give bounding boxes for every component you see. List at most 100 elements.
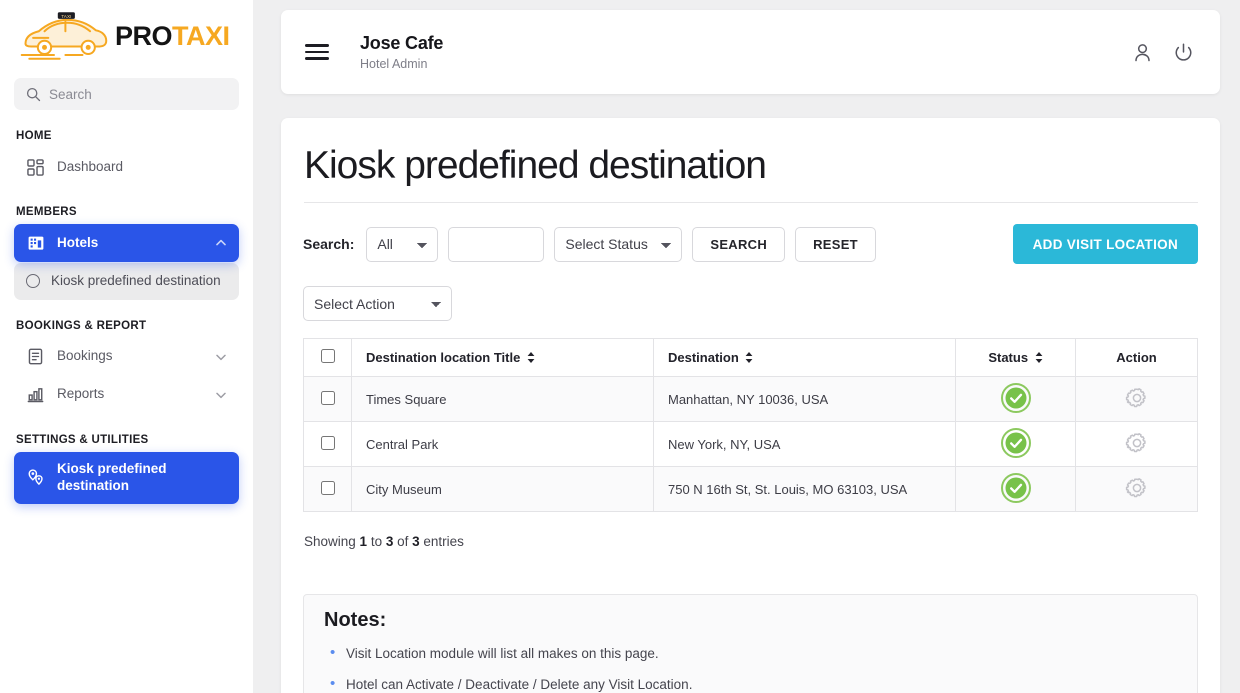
account-role: Hotel Admin bbox=[360, 57, 428, 71]
sidebar: TAXI PROTAXI HOME Dashb bbox=[0, 0, 253, 693]
row-checkbox[interactable] bbox=[320, 480, 335, 495]
table-row: City Museum 750 N 16th St, St. Louis, MO… bbox=[303, 466, 1198, 512]
gear-icon[interactable] bbox=[1124, 475, 1150, 501]
sidebar-item-label: Hotels bbox=[57, 234, 99, 250]
gear-icon[interactable] bbox=[1124, 430, 1150, 456]
showing-mid: to bbox=[367, 534, 386, 549]
chevron-down-icon bbox=[216, 354, 226, 361]
notes-title: Notes: bbox=[324, 609, 387, 631]
nav-section-home: HOME bbox=[16, 130, 52, 142]
list-item: Visit Location module will list all make… bbox=[324, 644, 1177, 661]
chevron-up-icon bbox=[216, 239, 226, 246]
nav-section-settings-utilities: SETTINGS & UTILITIES bbox=[16, 433, 149, 446]
dashboard-icon bbox=[26, 158, 45, 177]
select-all-header bbox=[303, 338, 352, 377]
chevron-down-icon bbox=[216, 392, 226, 399]
column-header-status-label: Status bbox=[988, 350, 1029, 365]
column-header-title-label: Destination location Title bbox=[366, 350, 521, 365]
row-action bbox=[1075, 466, 1198, 512]
sidebar-item-reports[interactable]: Reports bbox=[14, 376, 239, 414]
brand-pro: PRO bbox=[115, 20, 173, 51]
sidebar-item-hotels[interactable]: Hotels bbox=[14, 224, 239, 262]
brand-taxi: TAXI bbox=[172, 20, 230, 51]
column-header-destination-label: Destination bbox=[668, 350, 739, 365]
table-row: Central Park New York, NY, USA bbox=[303, 421, 1198, 467]
column-header-destination[interactable]: Destination bbox=[653, 338, 956, 377]
row-action bbox=[1075, 421, 1198, 467]
column-header-status[interactable]: Status bbox=[955, 338, 1076, 377]
status-filter-select[interactable]: Select Status bbox=[554, 226, 683, 262]
showing-suffix: entries bbox=[419, 534, 464, 549]
sidebar-item-label: Reports bbox=[57, 386, 105, 402]
account-name: Jose Cafe bbox=[360, 33, 444, 53]
row-destination: New York, NY, USA bbox=[653, 421, 956, 467]
showing-prefix: Showing bbox=[304, 534, 360, 549]
content-card: Kiosk predefined destination Search: All… bbox=[281, 118, 1220, 693]
radio-circle-icon bbox=[26, 274, 40, 289]
taxi-car-icon: TAXI bbox=[20, 12, 108, 60]
column-header-action: Action bbox=[1075, 338, 1198, 377]
row-checkbox[interactable] bbox=[320, 390, 335, 405]
page-title: Kiosk predefined destination bbox=[304, 144, 1198, 203]
row-status bbox=[955, 376, 1076, 422]
search-scope-select[interactable]: All bbox=[366, 226, 439, 262]
bookings-document-icon bbox=[26, 347, 45, 366]
column-header-action-label: Action bbox=[1116, 350, 1157, 365]
search-text-input[interactable] bbox=[448, 226, 545, 262]
topbar-actions bbox=[1132, 42, 1194, 63]
nav-section-members: MEMBERS bbox=[16, 206, 77, 218]
menu-toggle-icon[interactable] bbox=[305, 44, 329, 60]
row-status bbox=[955, 466, 1076, 512]
table-body: Times Square Manhattan, NY 10036, USA Ce… bbox=[303, 376, 1198, 512]
search-button[interactable]: SEARCH bbox=[692, 226, 786, 262]
table-row: Times Square Manhattan, NY 10036, USA bbox=[303, 376, 1198, 422]
sidebar-subitem-kiosk-predefined-destination[interactable]: Kiosk predefined destination bbox=[14, 263, 239, 300]
svg-text:TAXI: TAXI bbox=[61, 14, 71, 20]
row-destination: Manhattan, NY 10036, USA bbox=[653, 376, 956, 422]
sidebar-item-bookings[interactable]: Bookings bbox=[14, 338, 239, 376]
hotel-building-icon bbox=[26, 234, 45, 253]
search-toolbar: Search: All Select Status SEARCH RESET A… bbox=[303, 224, 1198, 264]
status-active-icon[interactable] bbox=[1000, 427, 1032, 459]
row-title: Times Square bbox=[351, 376, 654, 422]
account-titles: Jose Cafe Hotel Admin bbox=[360, 33, 443, 71]
showing-total: 3 bbox=[412, 534, 420, 549]
row-select-cell bbox=[303, 376, 352, 422]
destinations-table: Destination location Title Destination S… bbox=[303, 338, 1198, 512]
sort-icon bbox=[1035, 352, 1043, 363]
bulk-action-row: Select Action bbox=[303, 286, 1198, 321]
sidebar-item-dashboard[interactable]: Dashboard bbox=[14, 148, 239, 186]
sidebar-item-kiosk-predefined-destination[interactable]: Kiosk predefined destination bbox=[14, 451, 239, 504]
column-header-title[interactable]: Destination location Title bbox=[351, 338, 654, 377]
user-profile-icon[interactable] bbox=[1132, 42, 1153, 63]
reset-button[interactable]: RESET bbox=[795, 226, 876, 262]
map-pins-icon bbox=[26, 468, 45, 487]
entries-summary: Showing 1 to 3 of 3 entries bbox=[304, 534, 1198, 549]
sidebar-search[interactable] bbox=[14, 78, 239, 110]
row-destination: 750 N 16th St, St. Louis, MO 63103, USA bbox=[653, 466, 956, 512]
bulk-action-select[interactable]: Select Action bbox=[303, 286, 452, 321]
select-all-checkbox[interactable] bbox=[320, 349, 335, 363]
sort-icon bbox=[746, 352, 753, 363]
power-logout-icon[interactable] bbox=[1173, 42, 1194, 63]
sidebar-item-label: Kiosk predefined destination bbox=[57, 461, 167, 493]
notes-panel: Notes: Visit Location module will list a… bbox=[303, 594, 1198, 693]
gear-icon[interactable] bbox=[1124, 385, 1150, 411]
status-active-icon[interactable] bbox=[1000, 472, 1032, 504]
app-root: TAXI PROTAXI HOME Dashb bbox=[0, 0, 1240, 693]
sidebar-item-label: Bookings bbox=[57, 348, 113, 364]
status-active-icon[interactable] bbox=[1000, 382, 1032, 414]
sort-icon bbox=[527, 352, 535, 363]
main-content: Jose Cafe Hotel Admin Kiosk predefined d… bbox=[253, 0, 1240, 693]
add-visit-location-button[interactable]: ADD VISIT LOCATION bbox=[1012, 224, 1198, 264]
row-select-cell bbox=[303, 466, 352, 512]
table-head: Destination location Title Destination S… bbox=[303, 338, 1198, 377]
row-checkbox[interactable] bbox=[320, 435, 335, 450]
search-input[interactable] bbox=[49, 86, 227, 102]
notes-list: Visit Location module will list all make… bbox=[324, 644, 1177, 692]
brand-logo[interactable]: TAXI PROTAXI bbox=[14, 0, 239, 72]
nav-section-bookings-report: BOOKINGS & REPORT bbox=[16, 319, 147, 332]
row-select-cell bbox=[303, 421, 352, 467]
showing-from: 1 bbox=[359, 534, 368, 549]
sidebar-item-label: Dashboard bbox=[57, 158, 124, 174]
